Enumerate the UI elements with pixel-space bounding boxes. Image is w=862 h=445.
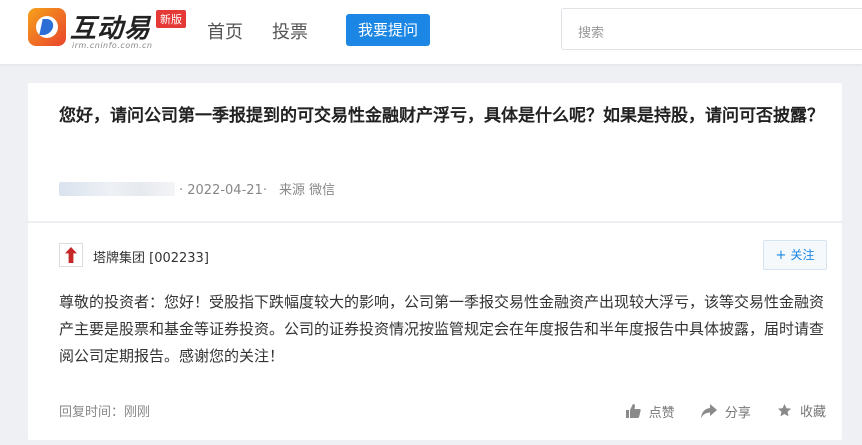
search-placeholder: 搜索	[578, 26, 605, 41]
top-header: 互动易 irm.cninfo.com.cn 新版 首页 投票 我要提问 搜索	[0, 0, 862, 64]
reply-time: 回复时间：刚刚	[59, 405, 151, 420]
search-input[interactable]: 搜索	[561, 8, 862, 50]
collect-button[interactable]: 收藏	[777, 401, 826, 420]
company-logo-icon	[59, 243, 83, 267]
question-title: 您好，请问公司第一季报提到的可交易性金融财产浮亏，具体是什么呢？如果是持股，请问…	[59, 106, 824, 126]
answer-actions: 点赞 分享 收藏	[604, 401, 826, 422]
star-icon	[777, 403, 792, 417]
question-meta: · 2022-04-21· 来源 微信	[59, 179, 335, 198]
share-label: 分享	[724, 405, 751, 421]
site-logo[interactable]: 互动易 irm.cninfo.com.cn 新版	[28, 8, 194, 52]
logo-text: 互动易	[70, 14, 152, 44]
nav-home-link[interactable]: 首页	[207, 18, 243, 44]
answer-text: 尊敬的投资者：您好！受股指下跌幅度较大的影响，公司第一季报交易性金融资产出现较大…	[59, 293, 825, 365]
follow-label: 关注	[790, 248, 815, 262]
like-button[interactable]: 点赞	[625, 402, 675, 421]
interaction-logo-icon	[28, 8, 66, 46]
follow-button[interactable]: + 关注	[763, 240, 827, 270]
collect-label: 收藏	[799, 405, 826, 420]
question-source: 来源 微信	[278, 183, 336, 198]
nav-vote-link[interactable]: 投票	[272, 18, 308, 44]
like-label: 点赞	[648, 405, 675, 421]
question-date: · 2022-04-21·	[179, 183, 267, 198]
thumbs-up-icon	[625, 404, 641, 418]
company-name[interactable]: 塔牌集团 [002233]	[93, 247, 209, 266]
new-version-badge: 新版	[156, 10, 186, 28]
answer-card: 塔牌集团 [002233] + 关注 尊敬的投资者：您好！受股指下跌幅度较大的影响…	[28, 222, 842, 440]
share-arrow-icon	[700, 404, 717, 418]
asker-name-blurred	[59, 182, 175, 196]
question-card: 您好，请问公司第一季报提到的可交易性金融财产浮亏，具体是什么呢？如果是持股，请问…	[28, 83, 842, 221]
logo-subtitle: irm.cninfo.com.cn	[72, 41, 153, 50]
plus-icon: +	[775, 248, 787, 263]
ask-question-button[interactable]: 我要提问	[346, 14, 431, 46]
share-button[interactable]: 分享	[700, 402, 751, 421]
